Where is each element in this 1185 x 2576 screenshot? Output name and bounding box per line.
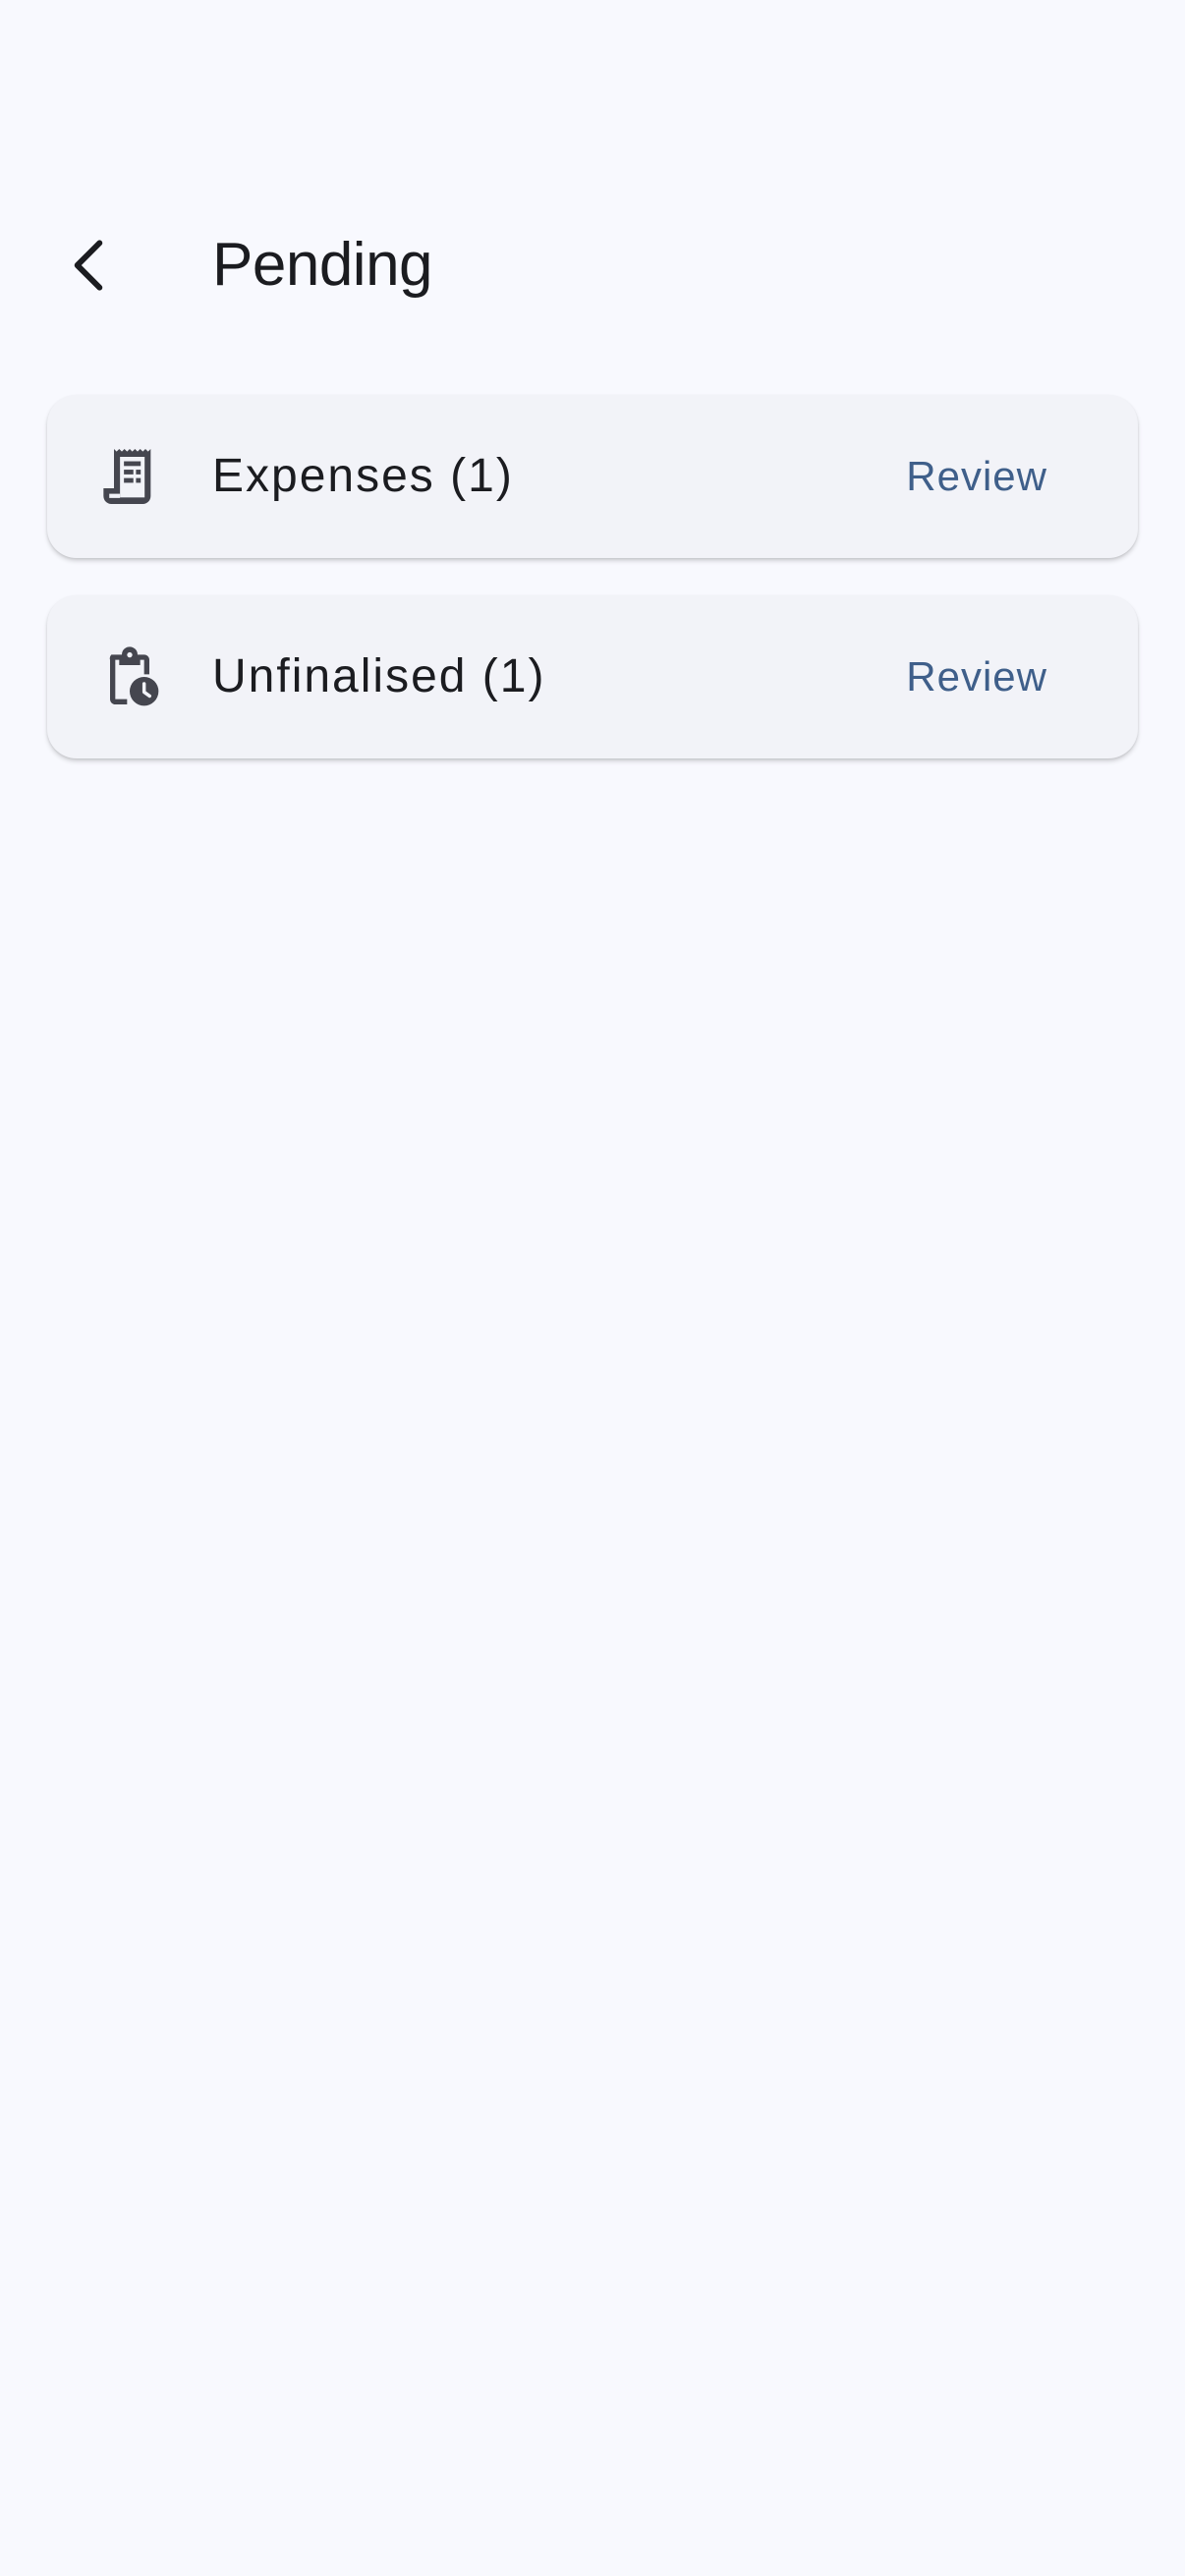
clipboard-clock-icon [98,645,161,708]
page-title: Pending [212,231,433,299]
pending-list: Expenses (1) Review Unfinalised (1) Revi… [47,395,1138,796]
pending-item-expenses[interactable]: Expenses (1) Review [47,395,1138,558]
chevron-left-icon [74,240,103,291]
top-app-bar: Pending [0,196,1185,334]
review-unfinalised-button[interactable]: Review [906,595,1047,758]
pending-item-label: Expenses (1) [212,450,514,502]
pending-item-label: Unfinalised (1) [212,650,546,702]
pending-item-unfinalised[interactable]: Unfinalised (1) Review [47,595,1138,758]
review-expenses-button[interactable]: Review [906,395,1047,558]
back-button[interactable] [43,218,138,312]
receipt-icon [98,445,161,508]
